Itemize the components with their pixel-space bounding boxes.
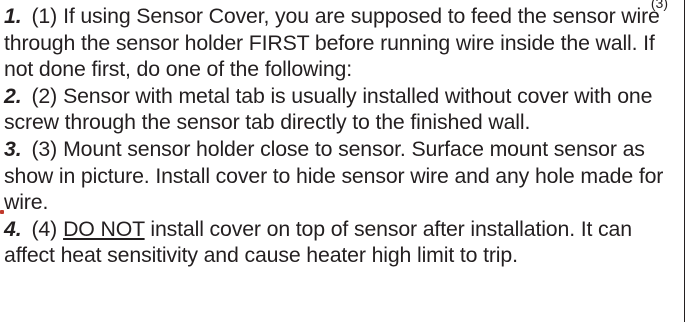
step-paren: (1): [31, 4, 58, 28]
right-border-line: [684, 0, 685, 322]
warning-emphasis: DO NOT: [63, 216, 145, 241]
instruction-list: 1. (1) If using Sensor Cover, you are supp…: [4, 3, 682, 269]
step-text: Sensor with metal tab is usually install…: [4, 83, 653, 135]
step-paren: (4): [31, 216, 58, 241]
instruction-item-3: 3. (3) Mount sensor holder close to sensor…: [4, 136, 682, 216]
instruction-item-4: 4. (4) DO NOT install cover on top of sens…: [4, 216, 682, 269]
document-page: (3) 1. (1) If using Sensor Cover, you are …: [0, 0, 688, 322]
instruction-item-2: 2. (2) Sensor with metal tab is usually in…: [4, 83, 682, 136]
step-number: 3.: [4, 136, 22, 161]
step-number: 2.: [4, 83, 22, 108]
step-text: Mount sensor holder close to sensor. Sur…: [4, 136, 664, 215]
step-number: 4.: [4, 216, 22, 241]
instruction-item-1: 1. (1) If using Sensor Cover, you are supp…: [4, 3, 682, 83]
step-paren: (3): [31, 136, 58, 161]
step-number: 1.: [4, 4, 22, 28]
step-paren: (2): [31, 83, 58, 108]
step-text: If using Sensor Cover, you are supposed …: [4, 4, 660, 82]
